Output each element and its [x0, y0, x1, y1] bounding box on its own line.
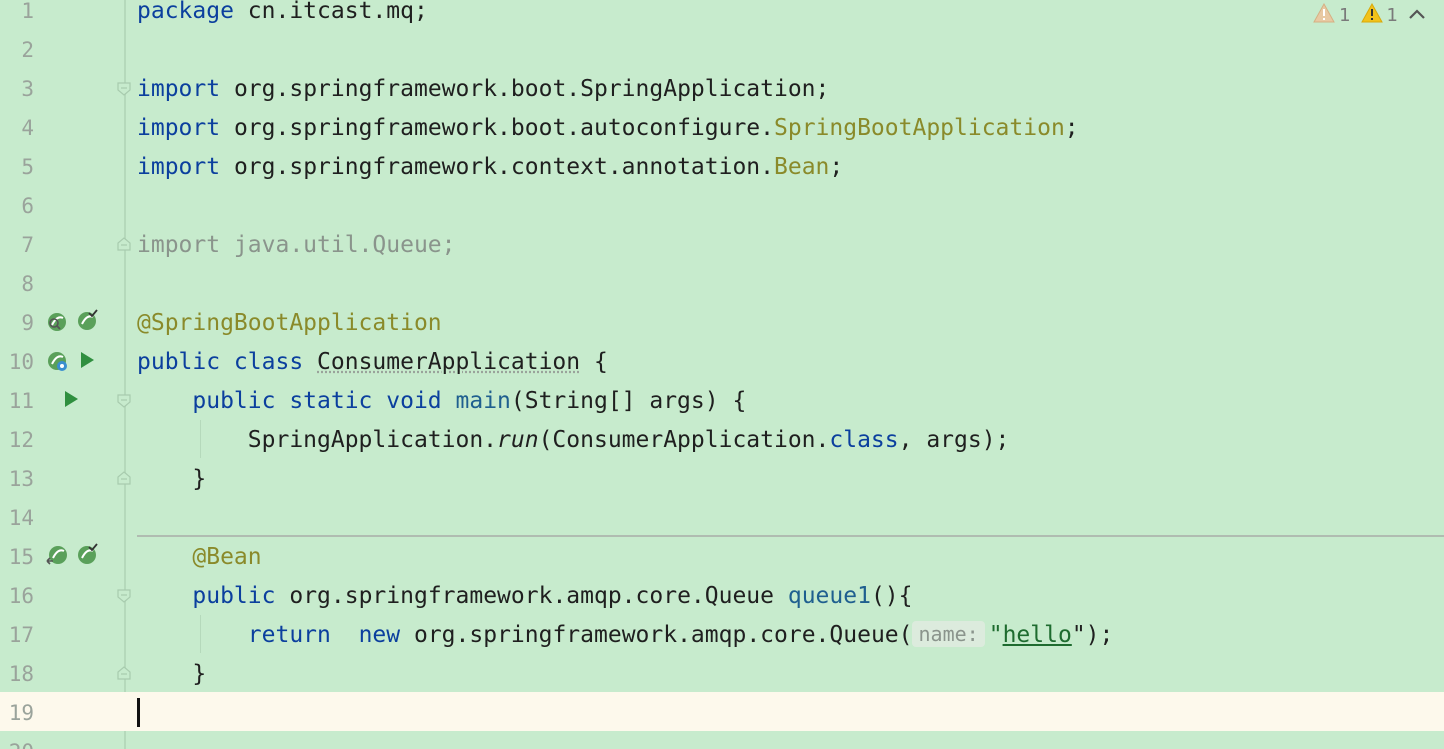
- code-line-7-unused-import: import java.util.Queue;: [137, 232, 456, 258]
- spring-bean-navigate-icon[interactable]: [46, 350, 68, 372]
- run-class-icon[interactable]: [78, 350, 100, 372]
- line-number: 2: [21, 38, 34, 62]
- inspection-widget[interactable]: 1 1: [1313, 2, 1426, 28]
- line-number: 4: [21, 116, 34, 140]
- line-number: 9: [21, 311, 34, 335]
- fold-toggle-icon[interactable]: [117, 82, 131, 96]
- line-number: 19: [8, 701, 34, 725]
- code-line-10: public class ConsumerApplication {: [137, 349, 608, 375]
- current-line-highlight: [0, 692, 1444, 731]
- code-line-11: public static void main(String[] args) {: [192, 388, 747, 414]
- text-caret: [137, 698, 140, 727]
- run-main-icon[interactable]: [62, 389, 84, 411]
- code-line-1: package cn.itcast.mq;: [137, 0, 428, 24]
- bean-usages-icon[interactable]: [46, 545, 68, 567]
- code-line-16: public org.springframework.amqp.core.Que…: [192, 583, 913, 609]
- code-line-3: import org.springframework.boot.SpringAp…: [137, 76, 830, 102]
- line-number: 20: [0, 733, 34, 749]
- line-number: 8: [21, 272, 34, 296]
- line-number: 15: [8, 545, 34, 569]
- line-number: 11: [8, 389, 34, 413]
- code-line-12: SpringApplication.run(ConsumerApplicatio…: [247, 427, 1010, 453]
- method-separator: [137, 535, 1444, 537]
- line-number: 16: [8, 584, 34, 608]
- code-line-9: @SpringBootApplication: [137, 310, 442, 336]
- line-number: 3: [21, 77, 34, 101]
- code-line-4: import org.springframework.boot.autoconf…: [137, 115, 1079, 141]
- line-number: 17: [8, 623, 34, 647]
- parameter-hint: name:: [912, 621, 985, 647]
- warning-indicator[interactable]: 1: [1360, 2, 1398, 28]
- line-number: 12: [8, 428, 34, 452]
- fold-toggle-icon[interactable]: [117, 589, 131, 603]
- line-number: 7: [21, 233, 34, 257]
- weak-warning-icon: [1313, 2, 1335, 28]
- code-editor[interactable]: 1 2 3 4 5 6 7 8 9 10 11 12 13 14 15 16 1…: [0, 0, 1444, 749]
- line-number: 5: [21, 155, 34, 179]
- spring-boot-config-icon[interactable]: [76, 309, 98, 331]
- line-number: 10: [8, 350, 34, 374]
- line-number: 18: [8, 662, 34, 686]
- line-number: 6: [21, 194, 34, 218]
- weak-warning-indicator[interactable]: 1: [1313, 2, 1351, 28]
- line-number: 14: [8, 506, 34, 530]
- code-line-15: @Bean: [192, 544, 262, 570]
- fold-toggle-icon[interactable]: [117, 237, 131, 251]
- code-line-17: return new org.springframework.amqp.core…: [247, 621, 1114, 648]
- chevron-up-icon[interactable]: [1408, 5, 1426, 26]
- code-line-18: }: [192, 661, 207, 687]
- fold-toggle-icon[interactable]: [117, 666, 131, 680]
- line-number: 13: [8, 467, 34, 491]
- fold-toggle-icon[interactable]: [117, 394, 131, 408]
- spring-bean-config-icon[interactable]: [76, 543, 98, 565]
- gutter-divider: [124, 0, 126, 749]
- line-number: 1: [21, 0, 34, 23]
- code-line-13: }: [192, 466, 207, 492]
- code-line-5: import org.springframework.context.annot…: [137, 154, 844, 180]
- fold-toggle-icon[interactable]: [117, 471, 131, 485]
- warning-icon: [1360, 2, 1383, 28]
- spring-beans-search-icon[interactable]: [46, 311, 68, 333]
